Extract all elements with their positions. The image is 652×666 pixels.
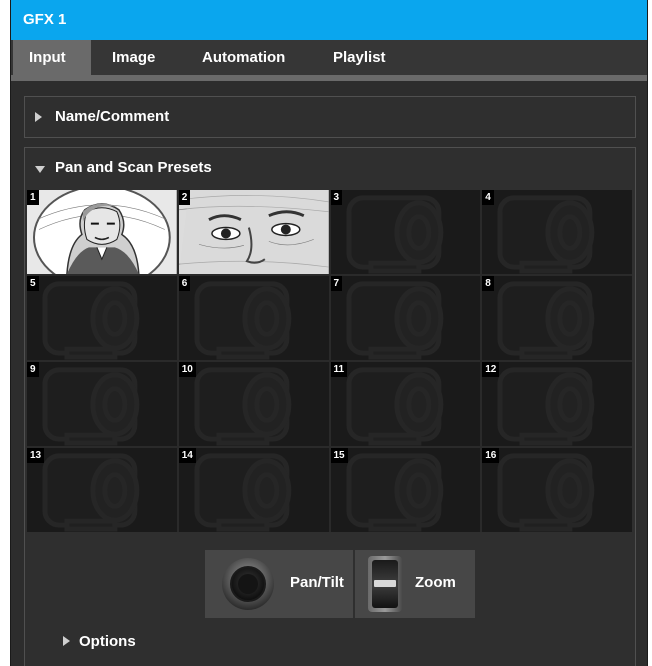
tab-bar: Input Image Automation Playlist [11, 40, 647, 76]
tab-automation-label: Automation [202, 49, 286, 66]
camera-placeholder-icon [42, 367, 140, 446]
pan-tilt-label: Pan/Tilt [290, 574, 344, 591]
ptz-controls-bar: Pan/Tilt Zoom Options [25, 534, 635, 666]
preset-number: 11 [330, 362, 348, 377]
preset-grid: 1 2 3 4 5 6 7 8 9 10 11 12 13 14 15 16 [27, 190, 632, 532]
window-title: GFX 1 [23, 11, 67, 28]
preset-slot[interactable]: 7 [330, 276, 481, 360]
pan-tilt-button[interactable]: Pan/Tilt [205, 550, 353, 618]
name-comment-section[interactable]: Name/Comment [24, 96, 636, 138]
camera-placeholder-icon [497, 195, 595, 274]
preset-slot[interactable]: 13 [27, 448, 177, 532]
tab-playlist[interactable]: Playlist [317, 40, 402, 76]
collapse-arrow-icon [35, 166, 45, 173]
camera-placeholder-icon [345, 195, 443, 274]
pan-scan-presets-section: Pan and Scan Presets 1 2 3 4 5 6 7 8 9 1… [24, 147, 636, 666]
preset-slot[interactable]: 15 [330, 448, 481, 532]
camera-placeholder-icon [345, 453, 443, 532]
preset-number: 4 [482, 190, 494, 205]
preset-slot[interactable]: 16 [482, 448, 632, 532]
zoom-label: Zoom [415, 574, 456, 591]
preset-number: 16 [482, 448, 500, 463]
tab-input[interactable]: Input [13, 40, 91, 76]
preset-number: 12 [482, 362, 500, 377]
washington-portrait-thumbnail [27, 190, 177, 274]
zoom-rocker-icon [368, 556, 402, 612]
zoom-button[interactable]: Zoom [355, 550, 475, 618]
title-bar: GFX 1 [11, 0, 647, 40]
preset-number: 2 [178, 190, 191, 205]
preset-slot[interactable]: 10 [178, 362, 329, 446]
joystick-icon [222, 558, 274, 610]
preset-slot[interactable]: 14 [178, 448, 329, 532]
preset-slot[interactable]: 2 [178, 190, 329, 274]
preset-number: 5 [27, 276, 39, 291]
preset-number: 13 [27, 448, 45, 463]
camera-placeholder-icon [42, 453, 140, 532]
preset-number: 3 [330, 190, 343, 205]
preset-number: 6 [178, 276, 191, 291]
camera-placeholder-icon [345, 367, 443, 446]
tab-image-label: Image [112, 49, 156, 66]
camera-placeholder-icon [497, 453, 595, 532]
washington-eyes-thumbnail [178, 190, 329, 274]
pan-scan-presets-header[interactable]: Pan and Scan Presets [25, 148, 635, 190]
camera-placeholder-icon [42, 281, 140, 360]
preset-number: 14 [178, 448, 196, 463]
tab-input-label: Input [29, 49, 66, 66]
preset-number: 10 [178, 362, 196, 377]
preset-slot[interactable]: 4 [482, 190, 632, 274]
preset-number: 7 [330, 276, 343, 291]
expand-arrow-icon [63, 636, 70, 646]
pan-scan-presets-label: Pan and Scan Presets [55, 159, 212, 176]
gfx-window: GFX 1 Input Image Automation Playlist Na… [10, 0, 648, 666]
camera-placeholder-icon [194, 281, 292, 360]
preset-slot[interactable]: 9 [27, 362, 177, 446]
expand-arrow-icon [35, 112, 42, 122]
preset-slot[interactable]: 6 [178, 276, 329, 360]
tab-automation[interactable]: Automation [186, 40, 301, 76]
preset-slot[interactable]: 8 [482, 276, 632, 360]
camera-placeholder-icon [497, 281, 595, 360]
preset-slot[interactable]: 5 [27, 276, 177, 360]
preset-number: 9 [27, 362, 39, 377]
input-tab-content: Name/Comment Pan and Scan Presets 1 2 3 … [11, 81, 647, 666]
camera-placeholder-icon [194, 367, 292, 446]
preset-slot[interactable]: 3 [330, 190, 481, 274]
camera-placeholder-icon [345, 281, 443, 360]
preset-slot[interactable]: 11 [330, 362, 481, 446]
camera-placeholder-icon [194, 453, 292, 532]
preset-number: 8 [482, 276, 494, 291]
name-comment-label: Name/Comment [55, 108, 170, 125]
preset-slot[interactable]: 1 [27, 190, 177, 274]
preset-slot[interactable]: 12 [482, 362, 632, 446]
options-label: Options [79, 633, 136, 650]
camera-placeholder-icon [497, 367, 595, 446]
preset-number: 1 [27, 190, 39, 205]
tab-playlist-label: Playlist [333, 49, 386, 66]
tab-image[interactable]: Image [96, 40, 171, 76]
preset-number: 15 [330, 448, 348, 463]
